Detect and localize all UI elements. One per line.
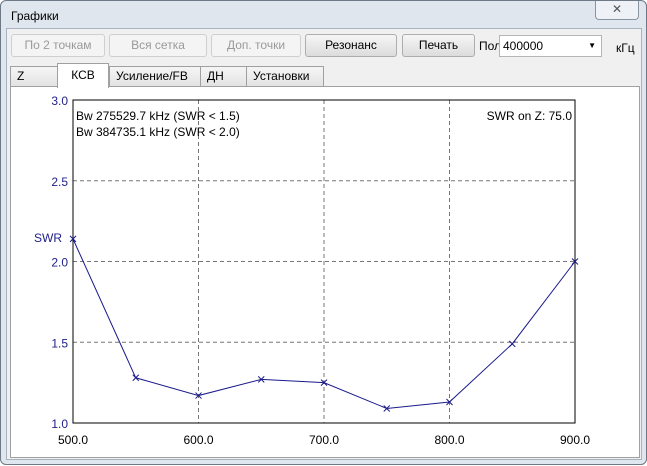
y-tick-label: 3.0 [51,94,68,108]
x-tick-label: 900.0 [560,433,590,447]
x-tick-label: 700.0 [309,433,339,447]
y-tick-label: 2.5 [51,175,68,189]
x-tick-label: 600.0 [183,433,213,447]
x-tick-label: 800.0 [434,433,464,447]
y-tick-label: 2.0 [51,256,68,270]
tab-swr[interactable]: КСВ [57,63,109,88]
bandwidth-swr-1-5: Bw 275529.7 kHz (SWR < 1.5) [76,109,240,123]
y-tick-label: 1.5 [51,336,68,350]
bandwidth-swr-2-0: Bw 384735.1 kHz (SWR < 2.0) [76,125,240,139]
graphs-window: Графики ✕ По 2 точкам Вся сетка Доп. точ… [0,0,647,465]
y-axis-label: SWR [34,231,62,245]
y-tick-label: 1.0 [51,417,68,431]
x-tick-label: 500.0 [58,433,88,447]
swr-reference-z: SWR on Z: 75.0 [487,109,573,123]
data-point-marker [132,374,140,382]
data-point-marker [508,340,516,348]
